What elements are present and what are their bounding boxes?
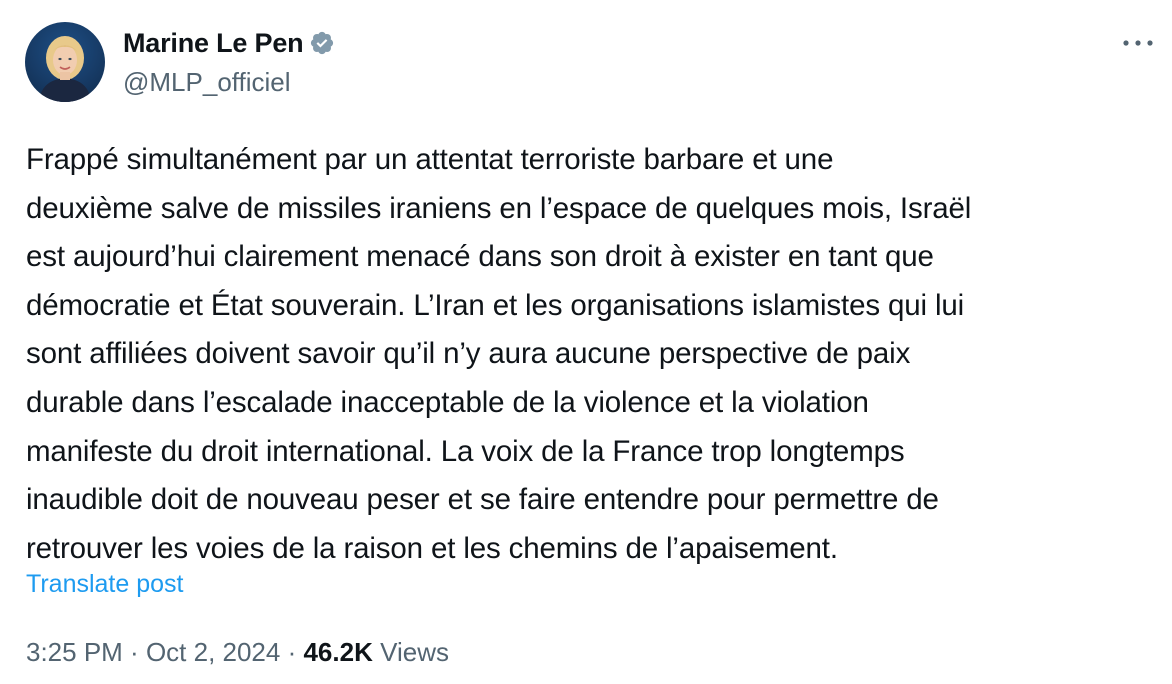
translate-post-link[interactable]: Translate post <box>26 570 183 599</box>
meta-separator: · <box>280 637 304 667</box>
views-label: Views <box>380 637 449 667</box>
views-spacer <box>373 637 380 668</box>
more-horizontal-icon <box>1123 40 1153 46</box>
views-count: 46.2K <box>303 637 373 667</box>
avatar[interactable] <box>25 22 105 102</box>
tweet-card: Marine Le Pen @MLP_officiel Frappé simul… <box>0 0 1172 684</box>
avatar-image <box>39 36 91 102</box>
tweet-text: Frappé simultanément par un attentat ter… <box>26 143 972 565</box>
verified-badge-icon[interactable] <box>309 30 335 56</box>
tweet-time[interactable]: 3:25 PM <box>26 637 123 668</box>
author-name[interactable]: Marine Le Pen <box>123 28 304 59</box>
author-handle[interactable]: @MLP_officiel <box>123 67 291 98</box>
more-options-button[interactable] <box>1118 28 1158 58</box>
meta-separator: · <box>122 637 146 667</box>
tweet-date[interactable]: Oct 2, 2024 <box>146 637 280 668</box>
tweet-meta: 3:25 PM · Oct 2, 2024 · 46.2K Views <box>26 637 449 668</box>
author-name-row: Marine Le Pen <box>123 26 335 60</box>
